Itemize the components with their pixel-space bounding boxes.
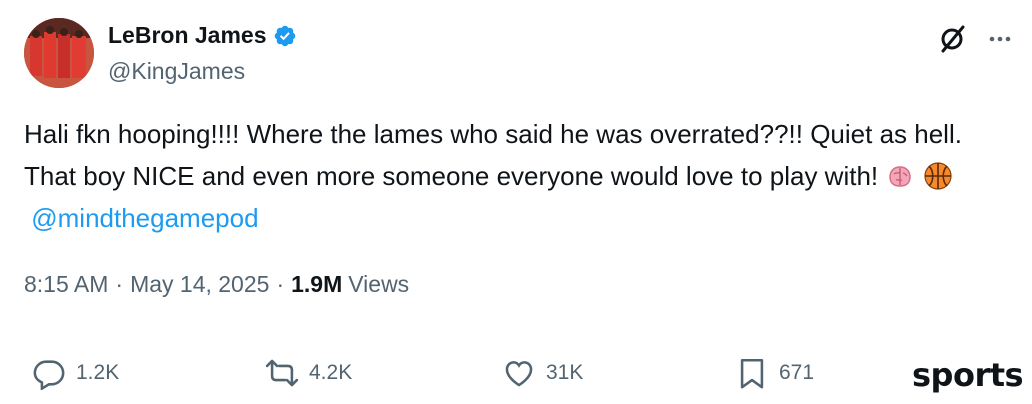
author-display-name[interactable]: LeBron James — [108, 22, 267, 49]
repost-icon — [265, 359, 299, 387]
mention-link[interactable]: @mindthegamepod — [31, 203, 258, 233]
reply-count: 1.2K — [76, 361, 120, 384]
tweet-actions: 1.2K 4.2K 31K 671 — [0, 356, 1032, 400]
views-label: Views — [348, 271, 410, 297]
tweet-body: Hali fkn hooping!!!! Where the lames who… — [24, 119, 962, 191]
bookmark-button[interactable]: 671 — [735, 356, 814, 390]
watermark-logo: sports — [912, 356, 1024, 394]
verified-badge-icon — [274, 25, 295, 46]
reply-icon — [33, 360, 65, 390]
repost-count: 4.2K — [309, 361, 353, 384]
basketball-emoji — [923, 162, 952, 190]
like-button[interactable]: 31K — [502, 356, 583, 390]
author-handle[interactable]: @KingJames — [108, 58, 245, 85]
tweet-text: Hali fkn hooping!!!! Where the lames who… — [24, 113, 1019, 239]
views-count: 1.9M — [291, 271, 343, 297]
avatar-image — [24, 18, 94, 88]
repost-button[interactable]: 4.2K — [265, 356, 352, 390]
bookmark-count: 671 — [779, 361, 815, 384]
avatar[interactable] — [24, 18, 94, 88]
tweet-date[interactable]: May 14, 2025 — [130, 271, 269, 298]
brain-emoji — [889, 166, 912, 187]
meta-separator: · — [276, 271, 285, 297]
bookmark-icon — [740, 358, 764, 389]
like-count: 31K — [546, 361, 584, 384]
tweet-time[interactable]: 8:15 AM — [24, 271, 108, 298]
grok-icon[interactable] — [938, 24, 968, 54]
author-name-row[interactable]: LeBron James — [108, 22, 297, 49]
tweet-meta: 8:15 AM · May 14, 2025 · 1.9M Views — [24, 271, 409, 298]
meta-separator: · — [115, 271, 124, 297]
heart-icon — [505, 361, 533, 387]
reply-button[interactable]: 1.2K — [32, 356, 119, 390]
more-icon[interactable] — [986, 25, 1014, 53]
